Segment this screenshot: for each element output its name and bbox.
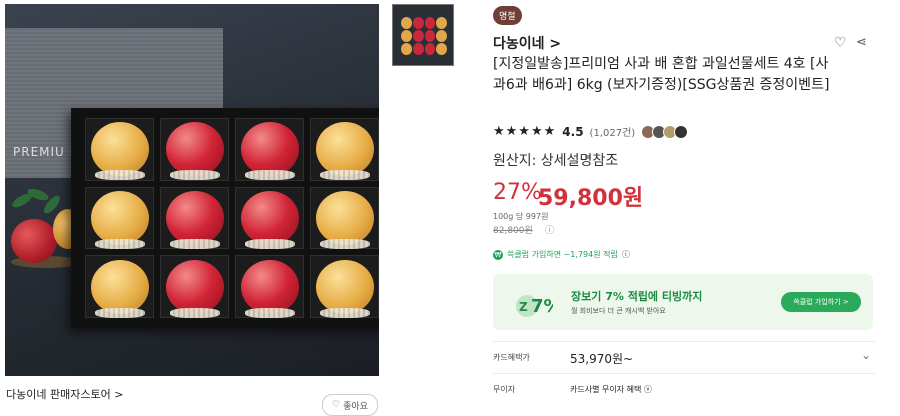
promo-banner[interactable]: Z 7% 장보기 7% 적립에 티빙까지 월 회비보다 더 큰 캐시백 받아요 …: [493, 274, 873, 330]
pear: [90, 259, 149, 318]
membership-text: 쓱클럽 가입하면 ~1,794원 적립: [507, 250, 618, 259]
banner-subtitle: 월 회비보다 더 큰 캐시백 받아요: [571, 307, 666, 315]
svg-text:Z: Z: [519, 300, 528, 314]
installment-value: 카드사별 무이자 혜택 ⓥ: [570, 385, 652, 394]
pear: [315, 259, 374, 318]
chevron-down-icon[interactable]: ⌄: [861, 348, 871, 362]
thumbnail-grid: [401, 17, 447, 55]
svg-text:7%: 7%: [531, 296, 553, 317]
original-price: 82,800원: [493, 226, 533, 236]
review-count: (1,027건): [589, 128, 636, 139]
product-title: [지정일발송]프리미엄 사과 배 혼합 과일선물세트 4호 [사과6과 배6과]…: [493, 56, 830, 93]
info-icon[interactable]: ⓘ: [545, 223, 554, 236]
product-main-image[interactable]: PREMIU M: [5, 4, 379, 376]
seller-store-link[interactable]: 다농이네 판매자스토어 >: [6, 386, 123, 402]
seven-percent-logo: Z 7%: [516, 295, 553, 317]
info-icon[interactable]: ⓘ: [622, 249, 630, 260]
brand-link[interactable]: 다농이네 >: [493, 33, 561, 53]
discount-rate: 27%: [493, 180, 542, 205]
card-benefit-row[interactable]: 카드혜택가 53,970원~ ⌄: [493, 341, 875, 368]
heart-icon: ♡: [332, 400, 341, 410]
pear: [315, 122, 374, 181]
apple: [240, 122, 299, 181]
fruit-grid: [85, 118, 379, 318]
share-icon[interactable]: ⋖: [856, 35, 867, 50]
thumbnail-image[interactable]: [392, 4, 454, 66]
rating-score: 4.5: [562, 124, 584, 139]
apple: [240, 190, 299, 249]
rating-row[interactable]: ★★★★★ 4.5 (1,027건): [493, 124, 689, 139]
reward-icon: ₩: [493, 249, 503, 260]
sale-price: 59,800원: [538, 186, 644, 211]
pear: [90, 190, 149, 249]
unit-price: 100g 당 997원: [493, 212, 549, 221]
membership-reward[interactable]: ₩ 쓱클럽 가입하면 ~1,794원 적립 ⓘ: [493, 249, 630, 260]
pear: [90, 122, 149, 181]
pear: [315, 190, 374, 249]
origin-info: 원산지: 상세설명참조: [493, 153, 619, 169]
heart-icon[interactable]: ♡: [834, 35, 847, 51]
side-apple: [11, 219, 57, 263]
holiday-badge: 명절: [493, 6, 522, 25]
apple: [165, 259, 224, 318]
info-icon[interactable]: ⓥ: [644, 385, 652, 394]
gift-box: [71, 108, 379, 328]
installment-label: 무이자: [493, 385, 516, 394]
like-button[interactable]: ♡ 좋아요: [322, 394, 378, 416]
apple: [165, 190, 224, 249]
star-icon: ★★★★★: [493, 124, 557, 139]
join-club-button[interactable]: 쓱클럽 가입하기 >: [781, 292, 861, 312]
installment-row[interactable]: 무이자 카드사별 무이자 혜택 ⓥ: [493, 373, 875, 400]
apple: [165, 122, 224, 181]
card-benefit-label: 카드혜택가: [493, 353, 530, 362]
apple: [240, 259, 299, 318]
card-benefit-value: 53,970원~: [570, 352, 634, 366]
reviewer-avatars: [641, 124, 689, 139]
banner-title: 장보기 7% 적립에 티빙까지: [571, 290, 703, 303]
